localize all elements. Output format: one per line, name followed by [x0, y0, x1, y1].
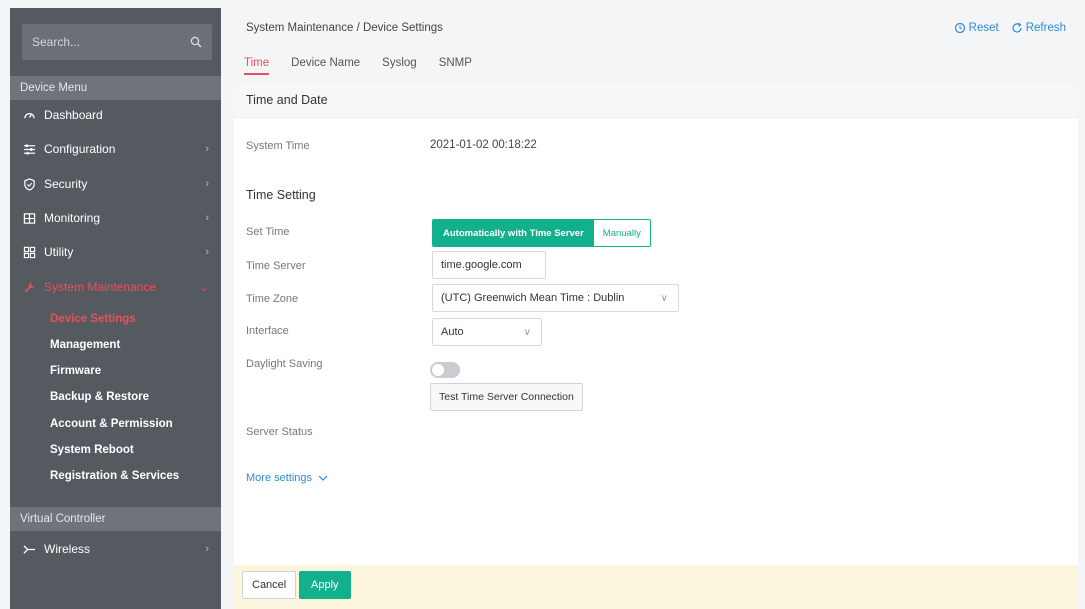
sidebar: Search... Device Menu Dashboard Configur…	[10, 8, 221, 609]
set-time-manual-option[interactable]: Manually	[593, 220, 650, 246]
chevron-right-icon: ›	[205, 543, 209, 555]
more-settings-label: More settings	[246, 472, 313, 484]
sidebar-item-wireless[interactable]: Wireless ›	[10, 534, 221, 564]
section-title: Time and Date	[234, 83, 1078, 118]
tab-syslog[interactable]: Syslog	[382, 57, 417, 75]
sidebar-subitem-registration-services[interactable]: Registration & Services	[50, 464, 179, 488]
action-footer: Cancel Apply	[234, 565, 1078, 609]
refresh-button[interactable]: Refresh	[1011, 22, 1066, 34]
system-time-value: 2021-01-02 00:18:22	[430, 139, 537, 151]
reset-label: Reset	[968, 22, 999, 34]
sidebar-item-utility[interactable]: Utility ›	[10, 237, 221, 267]
interface-select[interactable]: Auto ∨	[432, 318, 542, 346]
daylight-saving-label: Daylight Saving	[246, 358, 323, 370]
sidebar-item-security[interactable]: Security ›	[10, 169, 221, 199]
sidebar-item-label: Wireless	[44, 542, 91, 556]
server-status-label: Server Status	[246, 426, 313, 438]
more-settings-link[interactable]: More settings	[246, 472, 328, 484]
chevron-down-icon: ⌄	[199, 281, 209, 294]
sidebar-subitem-device-settings[interactable]: Device Settings	[50, 307, 136, 331]
set-time-toggle: Automatically with Time Server Manually	[432, 219, 651, 247]
sidebar-subitem-system-reboot[interactable]: System Reboot	[50, 438, 134, 462]
dashboard-icon	[20, 109, 38, 122]
wrench-icon	[20, 281, 38, 294]
sidebar-item-configuration[interactable]: Configuration ›	[10, 134, 221, 164]
sidebar-subitem-management[interactable]: Management	[50, 333, 120, 357]
time-server-input[interactable]: time.google.com	[432, 251, 546, 279]
chevron-down-icon	[318, 475, 328, 481]
search-placeholder: Search...	[32, 35, 81, 49]
time-zone-label: Time Zone	[246, 293, 299, 305]
test-time-server-button[interactable]: Test Time Server Connection	[430, 383, 583, 411]
time-server-value: time.google.com	[441, 259, 522, 271]
sidebar-item-label: Security	[44, 177, 88, 191]
reset-button[interactable]: Reset	[954, 22, 999, 34]
interface-value: Auto	[441, 326, 464, 338]
time-server-label: Time Server	[246, 260, 306, 272]
time-zone-select[interactable]: (UTC) Greenwich Mean Time : Dublin ∨	[432, 284, 679, 312]
chevron-down-icon: ∨	[660, 292, 668, 304]
sidebar-item-system-maintenance[interactable]: System Maintenance ⌄	[10, 272, 221, 302]
daylight-saving-toggle[interactable]	[430, 362, 460, 378]
tab-snmp[interactable]: SNMP	[439, 57, 472, 75]
sidebar-subitem-firmware[interactable]: Firmware	[50, 359, 101, 383]
search-icon[interactable]	[190, 36, 202, 48]
virtual-controller-header: Virtual Controller	[10, 507, 221, 531]
sidebar-item-monitoring[interactable]: Monitoring ›	[10, 203, 221, 233]
tab-time[interactable]: Time	[244, 57, 270, 75]
sidebar-subitem-backup-restore[interactable]: Backup & Restore	[50, 385, 149, 409]
system-time-label: System Time	[246, 140, 310, 152]
chevron-right-icon: ›	[205, 143, 209, 155]
interface-label: Interface	[246, 325, 289, 337]
sidebar-item-label: Configuration	[44, 142, 116, 156]
cancel-button[interactable]: Cancel	[242, 571, 297, 599]
chevron-right-icon: ›	[205, 212, 209, 224]
sidebar-item-label: Dashboard	[44, 108, 103, 122]
toggle-knob	[432, 364, 444, 376]
device-menu-header: Device Menu	[10, 76, 221, 100]
sliders-icon	[20, 143, 38, 156]
reset-icon	[954, 22, 965, 34]
refresh-label: Refresh	[1025, 22, 1066, 34]
time-zone-value: (UTC) Greenwich Mean Time : Dublin	[441, 292, 625, 304]
apply-button[interactable]: Apply	[299, 571, 351, 599]
shield-icon	[20, 177, 38, 191]
chevron-right-icon: ›	[205, 178, 209, 190]
set-time-auto-option[interactable]: Automatically with Time Server	[433, 220, 594, 246]
sidebar-item-dashboard[interactable]: Dashboard	[10, 100, 221, 130]
breadcrumb: System Maintenance / Device Settings	[246, 22, 443, 34]
wireless-icon	[20, 543, 38, 556]
tab-bar: Time Device Name Syslog SNMP	[244, 57, 494, 75]
sidebar-subitem-account-permission[interactable]: Account & Permission	[50, 412, 173, 436]
sidebar-item-label: Monitoring	[44, 211, 101, 225]
chevron-right-icon: ›	[205, 246, 209, 258]
set-time-label: Set Time	[246, 226, 290, 238]
grid-icon	[20, 246, 38, 259]
sidebar-item-label: System Maintenance	[44, 280, 157, 294]
sidebar-item-label: Utility	[44, 245, 74, 259]
time-setting-title: Time Setting	[246, 188, 316, 202]
settings-panel: Time and Date System Time 2021-01-02 00:…	[234, 83, 1078, 609]
monitor-icon	[20, 212, 38, 225]
refresh-icon	[1012, 22, 1022, 33]
search-input[interactable]: Search...	[22, 24, 212, 60]
header-actions: Reset Refresh	[954, 22, 1066, 34]
chevron-down-icon: ∨	[523, 326, 531, 338]
tab-device-name[interactable]: Device Name	[291, 57, 360, 75]
